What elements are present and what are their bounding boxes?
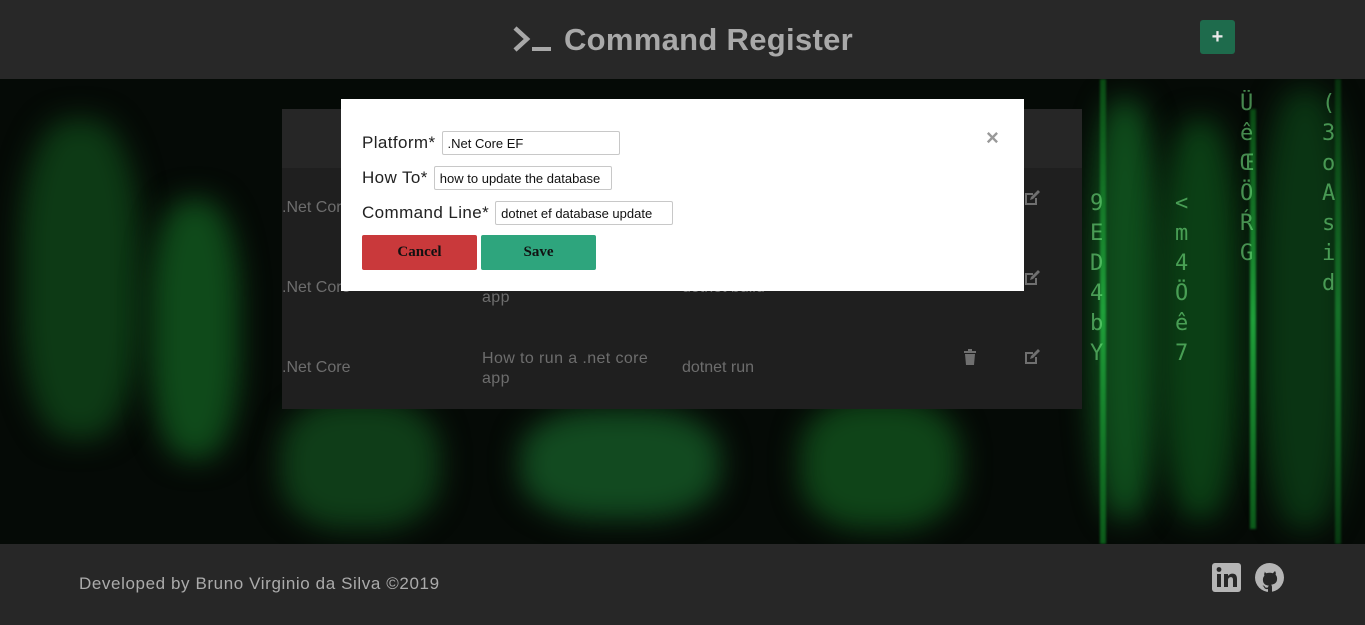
linkedin-icon[interactable] [1212, 563, 1241, 592]
github-icon[interactable] [1255, 563, 1284, 592]
save-button[interactable]: Save [481, 235, 596, 270]
howto-label: How To* [362, 168, 428, 187]
cancel-button[interactable]: Cancel [362, 235, 477, 270]
howto-input[interactable] [433, 166, 612, 190]
platform-label: Platform* [362, 133, 436, 152]
edit-icon[interactable] [1023, 189, 1041, 207]
howto-cell: app [482, 289, 510, 306]
close-icon[interactable]: × [986, 127, 999, 149]
table-row: .Net Core How to run a .net core app dot… [282, 328, 1082, 408]
platform-field: Platform* [362, 131, 620, 155]
howto-field: How To* [362, 166, 612, 190]
edit-icon[interactable] [1023, 269, 1041, 287]
command-label: Command Line* [362, 203, 490, 222]
command-field: Command Line* [362, 201, 674, 225]
page-title: Command Register [563, 21, 854, 57]
edit-icon[interactable] [1023, 348, 1041, 366]
howto-cell: How to run a .net core app [482, 350, 649, 387]
brand: Command Register [512, 22, 853, 58]
edit-command-modal: × Platform* How To* Command Line* Cancel… [341, 99, 1024, 291]
trash-icon[interactable] [961, 348, 979, 366]
app-header: Command Register + [0, 0, 1365, 79]
platform-input[interactable] [441, 131, 620, 155]
add-command-button[interactable]: + [1200, 20, 1235, 54]
platform-cell: .Net Core [282, 359, 351, 376]
footer-credit: Developed by Bruno Virginio da Silva ©20… [79, 574, 440, 593]
terminal-icon [513, 25, 551, 52]
command-input[interactable] [495, 201, 674, 225]
command-cell: dotnet run [682, 359, 755, 376]
app-footer: Developed by Bruno Virginio da Silva ©20… [0, 544, 1365, 625]
